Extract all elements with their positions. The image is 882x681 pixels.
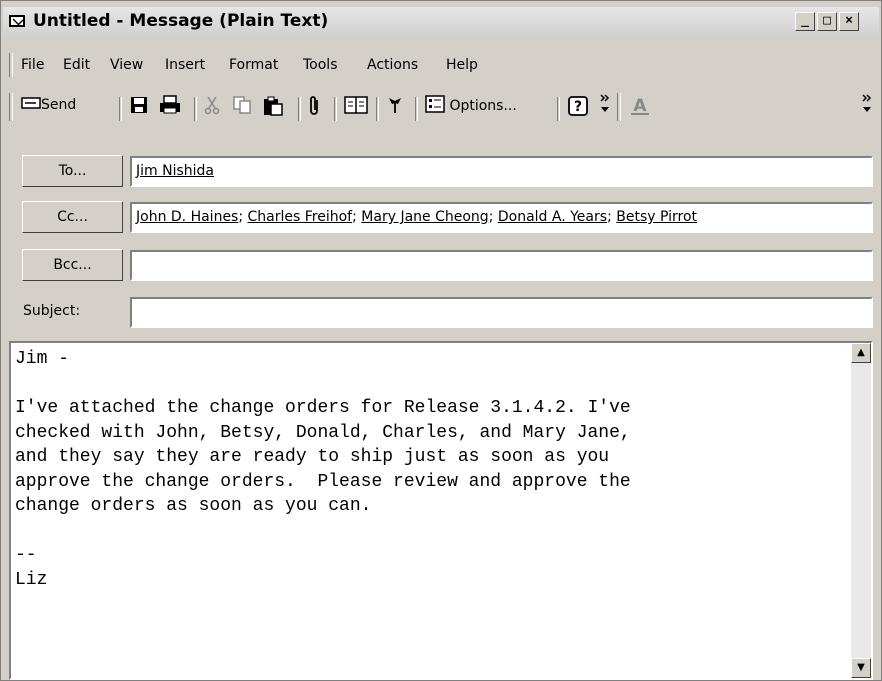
bcc-field[interactable] (130, 250, 873, 281)
scroll-down-button[interactable]: ▼ (851, 658, 871, 678)
toolbar-grip[interactable] (9, 93, 13, 121)
close-button[interactable]: × (839, 12, 859, 31)
minimize-button[interactable]: _ (795, 12, 815, 31)
copy-icon (233, 96, 251, 114)
save-icon (131, 97, 147, 113)
font-color-icon: A (631, 96, 649, 116)
options-label: Options... (449, 98, 517, 114)
cut-button[interactable] (203, 95, 221, 119)
options-button[interactable]: Options... (425, 95, 517, 119)
to-field[interactable]: Jim Nishida (130, 156, 873, 187)
send-label: Send (41, 97, 77, 113)
recipient-cc[interactable]: Mary Jane Cheong (361, 209, 488, 225)
menu-tools[interactable]: Tools (303, 57, 338, 73)
vertical-scrollbar[interactable]: ▲ ▼ (851, 343, 871, 678)
recipient-cc[interactable]: John D. Haines (136, 209, 238, 225)
print-button[interactable] (159, 95, 181, 119)
subject-field[interactable] (130, 297, 873, 328)
maximize-button[interactable]: □ (817, 12, 837, 31)
title-bar[interactable]: Untitled - Message (Plain Text) _ □ × (3, 7, 879, 37)
menu-file[interactable]: File (21, 57, 44, 73)
scroll-up-button[interactable]: ▲ (851, 343, 871, 363)
menu-insert[interactable]: Insert (165, 57, 205, 73)
recipient-cc[interactable]: Donald A. Years (498, 209, 607, 225)
cut-icon (204, 96, 220, 115)
menu-actions[interactable]: Actions (367, 57, 418, 73)
save-button[interactable] (129, 95, 149, 119)
menu-format[interactable]: Format (229, 57, 278, 73)
cc-field[interactable]: John D. Haines; Charles Freihof; Mary Ja… (130, 202, 873, 233)
help-icon: ? (568, 96, 588, 116)
flag-button[interactable] (386, 95, 404, 119)
menu-edit[interactable]: Edit (63, 57, 90, 73)
attach-icon (310, 96, 318, 115)
formatting-overflow-button[interactable] (861, 91, 873, 115)
message-window: Untitled - Message (Plain Text) _ □ × Fi… (0, 0, 882, 681)
subject-label: Subject: (23, 303, 81, 319)
menu-help[interactable]: Help (446, 57, 478, 73)
print-icon (160, 95, 180, 114)
options-icon (425, 95, 445, 113)
recipient-cc[interactable]: Betsy Pirrot (616, 209, 697, 225)
bcc-button[interactable]: Bcc... (22, 249, 123, 281)
more-icon (600, 94, 610, 112)
paste-icon (264, 96, 283, 116)
menu-grip[interactable] (9, 53, 13, 77)
menu-view[interactable]: View (110, 57, 143, 73)
send-icon (21, 97, 41, 109)
address-book-button[interactable] (344, 95, 368, 119)
send-button[interactable]: Send (21, 95, 76, 119)
formatting-toolbar-grip[interactable] (617, 93, 621, 121)
to-button[interactable]: To... (22, 155, 123, 187)
recipient-to[interactable]: Jim Nishida (136, 163, 214, 179)
address-book-icon (344, 96, 368, 114)
envelope-icon (9, 15, 25, 27)
window-title: Untitled - Message (Plain Text) (33, 11, 329, 31)
menu-bar: File Edit View Insert Format Tools Actio… (1, 49, 881, 79)
message-body-text[interactable]: Jim - I've attached the change orders fo… (15, 347, 855, 672)
help-button[interactable]: ? (567, 95, 589, 119)
attach-button[interactable] (308, 95, 322, 119)
recipient-cc[interactable]: Charles Freihof (248, 209, 353, 225)
svg-text:?: ? (574, 99, 582, 115)
paste-button[interactable] (262, 95, 284, 119)
more-icon (862, 94, 872, 112)
toolbar-overflow-button[interactable] (599, 91, 611, 115)
font-color-button[interactable]: A (629, 95, 651, 119)
flag-icon (389, 98, 401, 113)
standard-toolbar: Send Options... ? A (1, 87, 881, 127)
copy-button[interactable] (232, 95, 252, 119)
cc-button[interactable]: Cc... (22, 201, 123, 233)
message-body[interactable]: Jim - I've attached the change orders fo… (9, 341, 873, 680)
